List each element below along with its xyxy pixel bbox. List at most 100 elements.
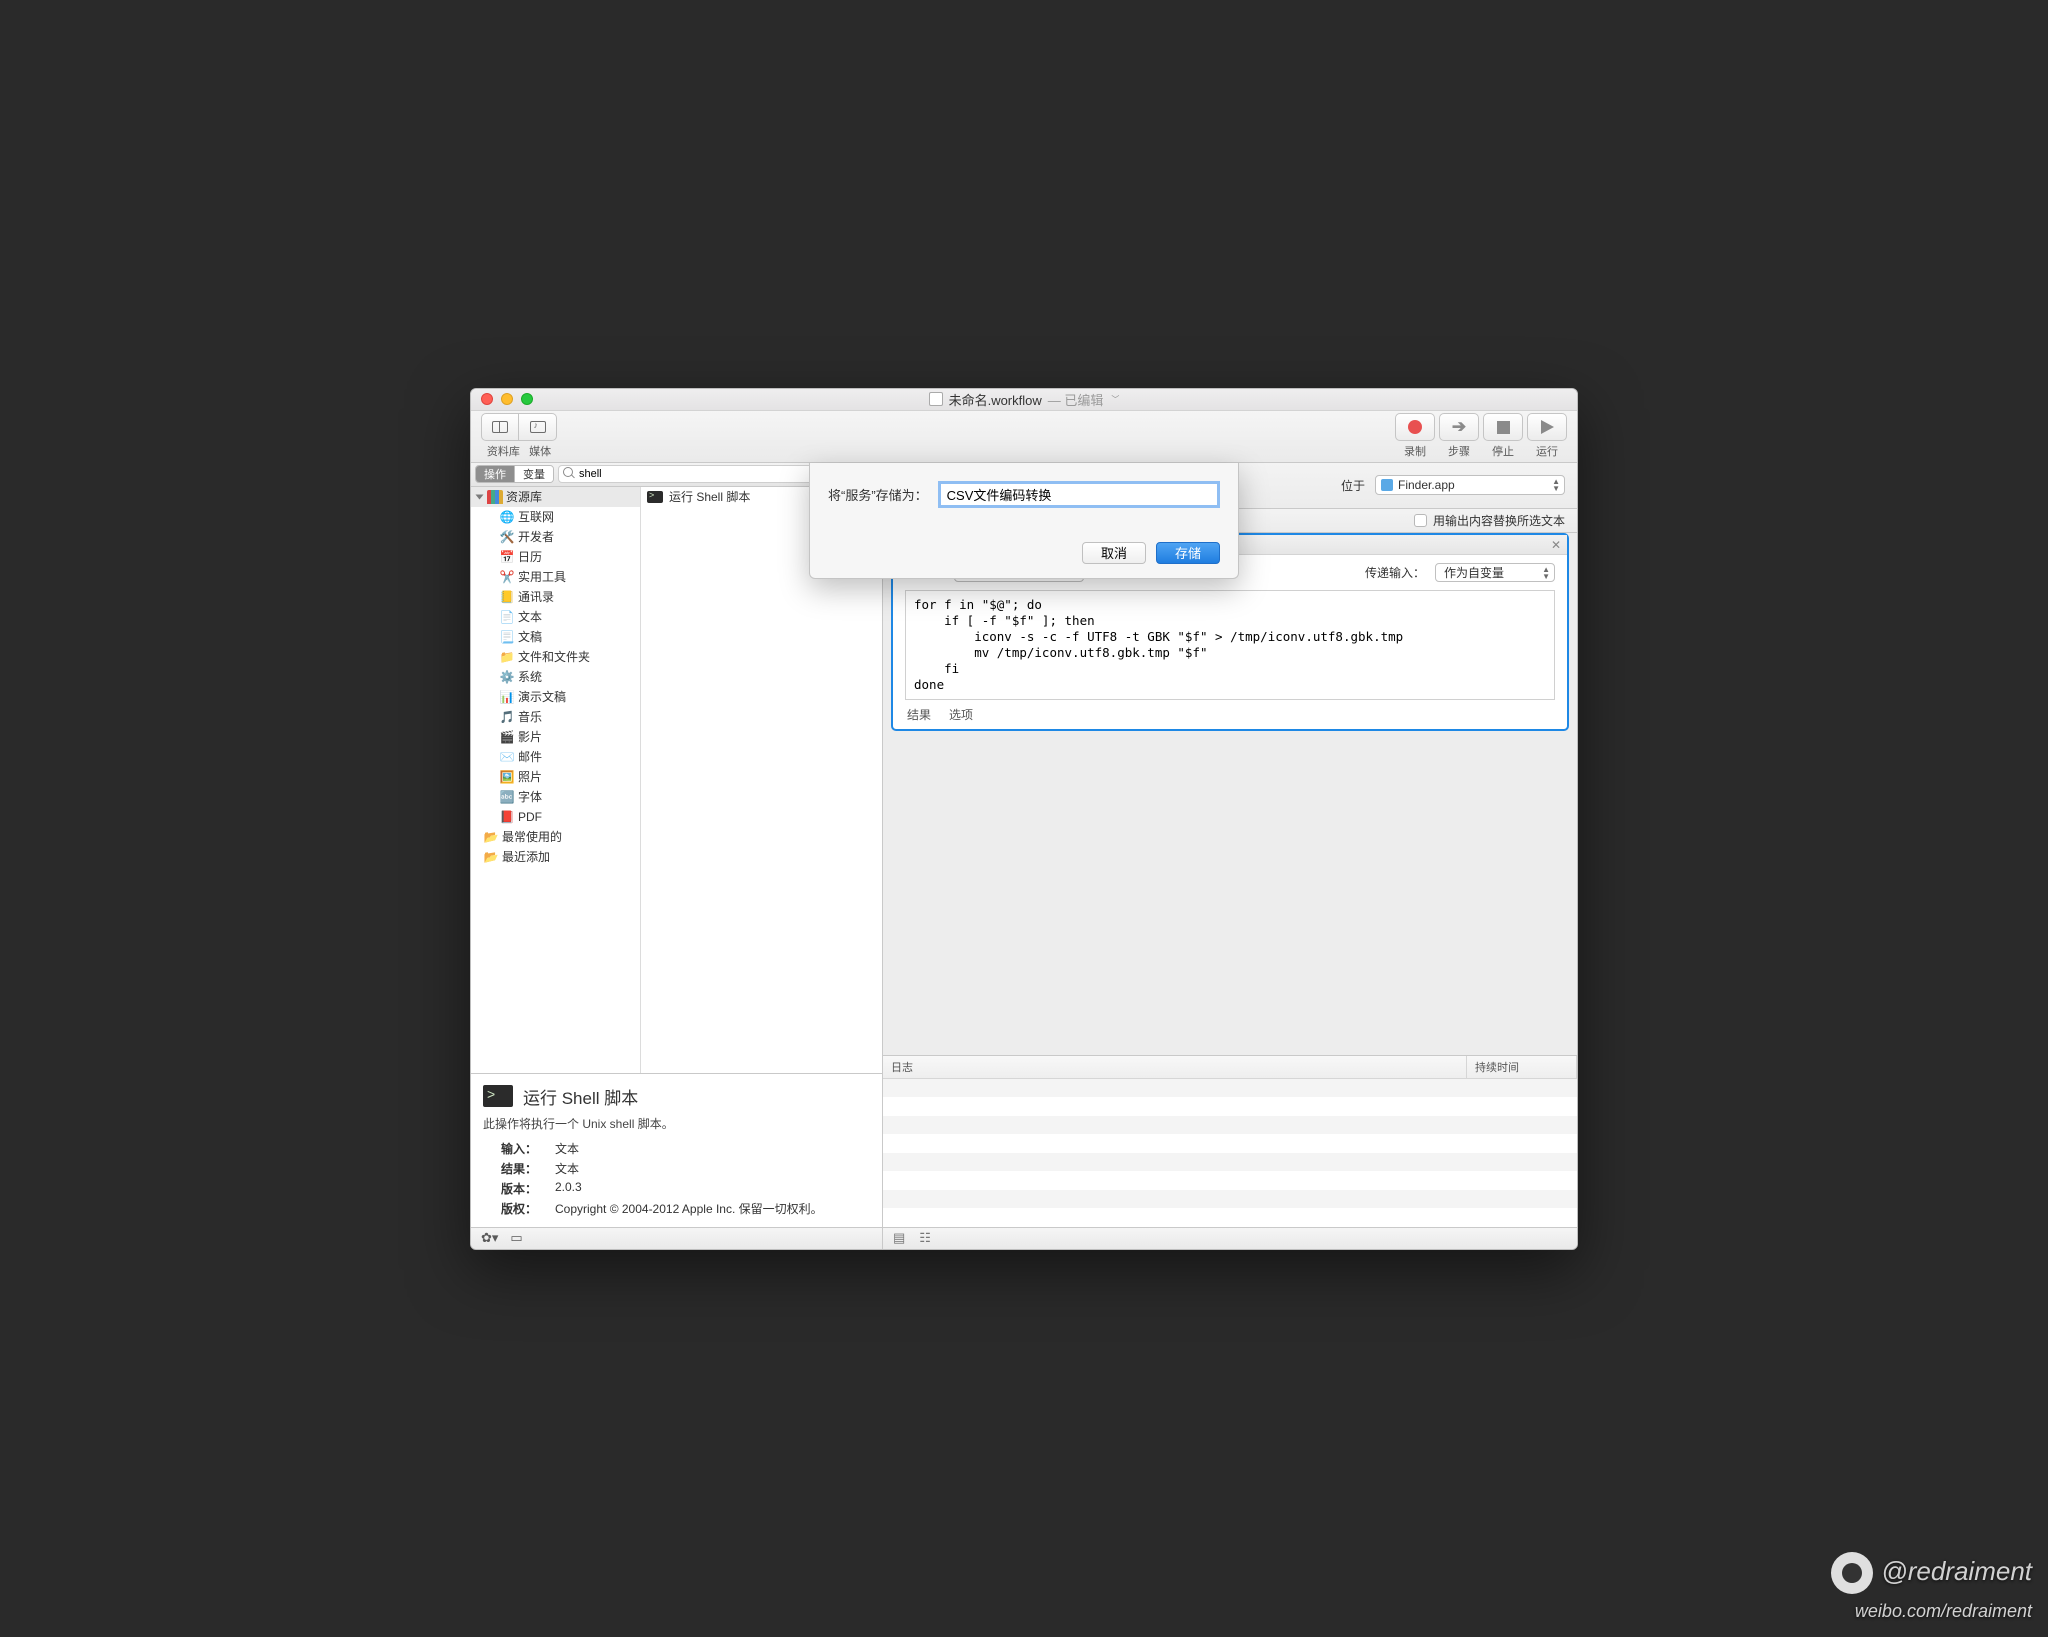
tree-item[interactable]: 📕PDF xyxy=(471,807,640,827)
save-name-input[interactable] xyxy=(938,481,1220,508)
contacts-icon: 📒 xyxy=(499,589,515,605)
save-button[interactable]: 存储 xyxy=(1156,542,1220,564)
titlebar: 未命名.workflow — 已编辑 ﹀ xyxy=(471,389,1577,411)
tree-item[interactable]: 📄文本 xyxy=(471,607,640,627)
run-icon xyxy=(1541,420,1554,434)
tree-item[interactable]: 🎬影片 xyxy=(471,727,640,747)
tree-item[interactable]: 🎵音乐 xyxy=(471,707,640,727)
tree-item[interactable]: 🔤字体 xyxy=(471,787,640,807)
system-icon: ⚙️ xyxy=(499,669,515,685)
finder-icon xyxy=(1381,479,1393,491)
toggle-description-icon[interactable]: ▭ xyxy=(510,1230,522,1246)
library-sidebar: 操作 变量 资源库 🌐互联网 🛠️开发者 📅日历 xyxy=(471,463,883,1249)
toolbar: 资料库 媒体 录制 ➔步骤 停止 运行 xyxy=(471,411,1577,463)
tab-actions[interactable]: 操作 xyxy=(476,466,514,482)
log-rows xyxy=(883,1079,1577,1227)
library-tabs: 操作 变量 xyxy=(475,465,554,483)
music-icon: 🎵 xyxy=(499,709,515,725)
step-caption: 步骤 xyxy=(1448,443,1470,459)
internet-icon: 🌐 xyxy=(499,509,515,525)
content: 操作 变量 资源库 🌐互联网 🛠️开发者 📅日历 xyxy=(471,463,1577,1249)
document-icon xyxy=(929,392,943,406)
tree-item[interactable]: ⚙️系统 xyxy=(471,667,640,687)
tree-item[interactable]: 📅日历 xyxy=(471,547,640,567)
step-button[interactable]: ➔ xyxy=(1439,413,1479,441)
mail-icon: ✉️ xyxy=(499,749,515,765)
workflow-canvas[interactable]: ✕ Shell： /bin/bash▲▼ 传递输入： 作为自变量▲▼ for f… xyxy=(883,533,1577,1055)
view-list-icon[interactable]: ▤ xyxy=(893,1230,905,1246)
zoom-window-button[interactable] xyxy=(521,393,533,405)
automator-window: 未命名.workflow — 已编辑 ﹀ 资料库 媒体 录制 ➔步骤 停止 运行 xyxy=(470,388,1578,1250)
stop-button[interactable] xyxy=(1483,413,1523,441)
meta-version-label: 版本： xyxy=(501,1180,555,1197)
tree-item[interactable]: 🛠️开发者 xyxy=(471,527,640,547)
log-col-message[interactable]: 日志 xyxy=(883,1056,1467,1078)
tree-smart-folder[interactable]: 📂最常使用的 xyxy=(471,827,640,847)
library-toggle-button[interactable] xyxy=(481,413,519,441)
developer-icon: 🛠️ xyxy=(499,529,515,545)
movies-icon: 🎬 xyxy=(499,729,515,745)
tree-item[interactable]: 📁文件和文件夹 xyxy=(471,647,640,667)
workflow-footer: ▤ ☷ xyxy=(883,1227,1577,1249)
weibo-icon xyxy=(1831,1552,1873,1594)
located-in-label: 位于 xyxy=(1341,477,1365,494)
save-as-label: 将“服务”存储为： xyxy=(828,485,928,504)
media-icon xyxy=(530,421,546,433)
record-button[interactable] xyxy=(1395,413,1435,441)
remove-action-button[interactable]: ✕ xyxy=(1551,538,1561,552)
run-log: 日志 持续时间 xyxy=(883,1055,1577,1227)
tree-item[interactable]: 🌐互联网 xyxy=(471,507,640,527)
photos-icon: 🖼️ xyxy=(499,769,515,785)
calendar-icon: 📅 xyxy=(499,549,515,565)
replace-text-checkbox[interactable] xyxy=(1414,514,1427,527)
minimize-window-button[interactable] xyxy=(501,393,513,405)
run-caption: 运行 xyxy=(1536,443,1558,459)
search-icon xyxy=(563,467,575,479)
title-chevron-icon: ﹀ xyxy=(1111,394,1119,405)
log-col-duration[interactable]: 持续时间 xyxy=(1467,1056,1577,1078)
close-window-button[interactable] xyxy=(481,393,493,405)
record-caption: 录制 xyxy=(1404,443,1426,459)
run-button[interactable] xyxy=(1527,413,1567,441)
view-flow-icon[interactable]: ☷ xyxy=(919,1230,931,1246)
tree-item[interactable]: 📊演示文稿 xyxy=(471,687,640,707)
action-results-tab[interactable]: 结果 xyxy=(907,706,931,723)
stop-caption: 停止 xyxy=(1492,443,1514,459)
pass-input-label: 传递输入： xyxy=(1365,564,1425,581)
meta-input-value: 文本 xyxy=(555,1140,870,1157)
meta-input-label: 输入： xyxy=(501,1140,555,1157)
stop-icon xyxy=(1497,421,1510,434)
window-edited-status: 已编辑 xyxy=(1064,393,1103,408)
tree-smart-folder[interactable]: 📂最近添加 xyxy=(471,847,640,867)
tree-item[interactable]: ✉️邮件 xyxy=(471,747,640,767)
shell-script-textarea[interactable]: for f in "$@"; do if [ -f "$f" ]; then i… xyxy=(905,590,1555,700)
library-books-icon xyxy=(487,490,503,504)
updown-icon: ▲▼ xyxy=(1552,478,1560,492)
cancel-button[interactable]: 取消 xyxy=(1082,542,1146,564)
meta-result-value: 文本 xyxy=(555,1160,870,1177)
tree-root[interactable]: 资源库 xyxy=(471,487,640,507)
media-caption: 媒体 xyxy=(529,446,551,458)
tree-item[interactable]: 🖼️照片 xyxy=(471,767,640,787)
documents-icon: 📃 xyxy=(499,629,515,645)
tree-item[interactable]: ✂️实用工具 xyxy=(471,567,640,587)
action-item-label: 运行 Shell 脚本 xyxy=(669,488,750,505)
action-description: 运行 Shell 脚本 此操作将执行一个 Unix shell 脚本。 输入：文… xyxy=(471,1073,882,1227)
pass-input-select[interactable]: 作为自变量▲▼ xyxy=(1435,563,1555,582)
media-toggle-button[interactable] xyxy=(519,413,557,441)
meta-version-value: 2.0.3 xyxy=(555,1180,870,1197)
tab-variables[interactable]: 变量 xyxy=(514,466,553,482)
meta-title: 运行 Shell 脚本 xyxy=(523,1084,638,1109)
tree-item[interactable]: 📒通讯录 xyxy=(471,587,640,607)
meta-desc: 此操作将执行一个 Unix shell 脚本。 xyxy=(483,1115,870,1132)
meta-copyright-value: Copyright © 2004-2012 Apple Inc. 保留一切权利。 xyxy=(555,1200,870,1217)
meta-copyright-label: 版权： xyxy=(501,1200,555,1217)
app-picker[interactable]: Finder.app ▲▼ xyxy=(1375,475,1565,495)
action-options-tab[interactable]: 选项 xyxy=(949,706,973,723)
watermark: @redraiment weibo.com/redraiment xyxy=(1831,1552,2032,1623)
smart-folder-icon: 📂 xyxy=(483,849,499,865)
library-tree[interactable]: 资源库 🌐互联网 🛠️开发者 📅日历 ✂️实用工具 📒通讯录 📄文本 📃文稿 📁… xyxy=(471,487,641,1073)
keynote-icon: 📊 xyxy=(499,689,515,705)
tree-item[interactable]: 📃文稿 xyxy=(471,627,640,647)
gear-icon[interactable]: ✿▾ xyxy=(481,1230,498,1246)
